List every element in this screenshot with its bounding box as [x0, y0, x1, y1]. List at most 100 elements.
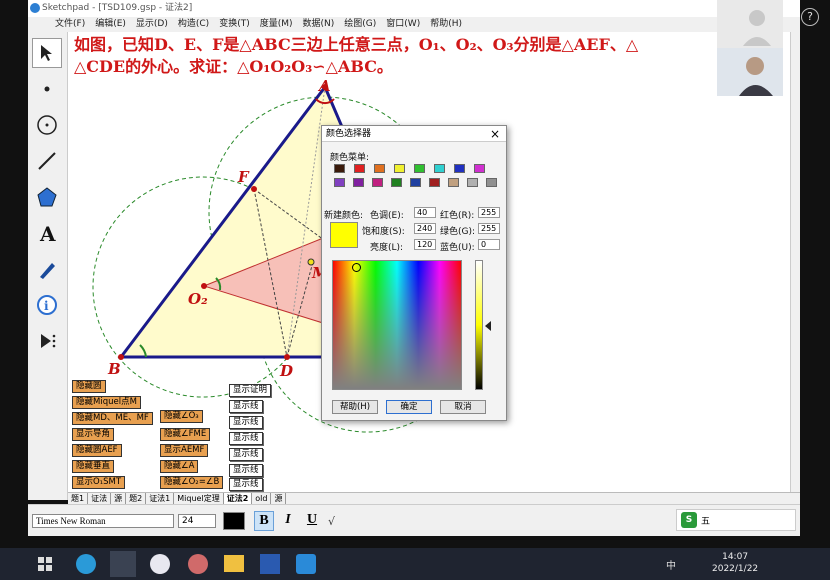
blue-input[interactable]: 0	[478, 239, 500, 250]
help-button[interactable]: 帮助(H)	[332, 400, 378, 414]
cloud-app-icon[interactable]	[296, 554, 316, 574]
hue-saturation-field[interactable]	[332, 260, 462, 390]
input-language[interactable]: 中	[666, 557, 676, 572]
color-swatch[interactable]	[391, 178, 402, 187]
custom-tool[interactable]	[32, 326, 62, 356]
btn-show-line-4[interactable]: 显示线	[229, 448, 263, 461]
app-taskbar-icon-1[interactable]	[150, 554, 170, 574]
btn-hide-angle-o2-b[interactable]: 隐藏∠O₂=∠B	[160, 476, 224, 489]
straightedge-tool[interactable]	[32, 146, 62, 176]
svg-text:i: i	[44, 299, 49, 313]
btn-show-line-6[interactable]: 显示线	[229, 478, 263, 491]
btn-show-aemf[interactable]: 显示AEMF	[160, 444, 209, 457]
hue-input[interactable]: 40	[414, 207, 436, 218]
btn-show-line-3[interactable]: 显示线	[229, 432, 263, 445]
btn-hide-angle-o3[interactable]: 隐藏∠O₃	[160, 410, 203, 423]
menu-edit[interactable]: 编辑(E)	[90, 17, 131, 32]
color-swatch[interactable]	[334, 164, 345, 173]
btn-hide-perpendicular[interactable]: 隐藏垂直	[72, 460, 115, 473]
green-input[interactable]: 255	[478, 223, 500, 234]
red-input[interactable]: 255	[478, 207, 500, 218]
text-tool[interactable]: A	[32, 218, 62, 248]
polygon-tool[interactable]	[32, 182, 62, 212]
color-crosshair-icon[interactable]	[352, 263, 361, 272]
information-tool[interactable]: i	[32, 290, 62, 320]
new-color-preview	[330, 222, 358, 248]
font-size-select[interactable]: 24	[178, 514, 216, 528]
tab-page-4[interactable]: 题2	[126, 493, 147, 504]
math-format-icon[interactable]: √	[326, 511, 346, 531]
menu-construct[interactable]: 构造(C)	[173, 17, 214, 32]
color-swatch[interactable]	[410, 178, 421, 187]
close-icon[interactable]: ×	[490, 126, 500, 142]
vertical-scrollbar[interactable]	[790, 32, 800, 492]
color-swatch[interactable]	[448, 178, 459, 187]
menu-file[interactable]: 文件(F)	[50, 17, 90, 32]
luminance-input[interactable]: 120	[414, 239, 436, 250]
color-swatch[interactable]	[334, 178, 345, 187]
btn-show-o1smt[interactable]: 显示O₁SMT	[72, 476, 126, 489]
point-tool[interactable]	[32, 74, 62, 104]
italic-button[interactable]: I	[278, 511, 298, 531]
btn-show-proof[interactable]: 显示证明	[229, 384, 272, 397]
font-select[interactable]: Times New Roman	[32, 514, 174, 528]
menu-display[interactable]: 显示(D)	[131, 17, 173, 32]
edge-browser-icon[interactable]	[76, 554, 96, 574]
color-swatch[interactable]	[374, 164, 385, 173]
ime-toolbar[interactable]: S 五	[676, 509, 796, 531]
menu-measure[interactable]: 度量(M)	[255, 17, 298, 32]
help-circle-icon[interactable]: ?	[801, 8, 819, 26]
ok-button[interactable]: 确定	[386, 400, 432, 414]
color-swatch[interactable]	[429, 178, 440, 187]
btn-hide-angle-fme[interactable]: 隐藏∠FME	[160, 428, 211, 441]
tab-page-5[interactable]: 证法1	[146, 493, 175, 504]
file-explorer-icon[interactable]	[224, 555, 244, 572]
color-swatch[interactable]	[394, 164, 405, 173]
color-swatch[interactable]	[486, 178, 497, 187]
btn-show-line-1[interactable]: 显示线	[229, 400, 263, 413]
tab-page-9[interactable]: 源	[271, 493, 287, 504]
word-icon[interactable]	[260, 554, 280, 574]
color-swatch[interactable]	[474, 164, 485, 173]
btn-hide-md-me-mf[interactable]: 隐藏MD、ME、MF	[72, 412, 153, 425]
compass-tool[interactable]	[32, 110, 62, 140]
menu-graph[interactable]: 绘图(G)	[339, 17, 381, 32]
color-swatch[interactable]	[414, 164, 425, 173]
app-taskbar-icon-2[interactable]	[188, 554, 208, 574]
tab-page-1[interactable]: 题1	[68, 493, 89, 504]
color-swatch[interactable]	[454, 164, 465, 173]
btn-show-line-2[interactable]: 显示线	[229, 416, 263, 429]
saturation-input[interactable]: 240	[414, 223, 436, 234]
tab-page-7-active[interactable]: 证法2	[223, 493, 253, 504]
tab-page-3[interactable]: 源	[111, 493, 127, 504]
marker-tool[interactable]	[32, 254, 62, 284]
btn-hide-circle[interactable]: 隐藏圆	[72, 380, 106, 393]
btn-hide-circle-aef[interactable]: 隐藏圆AEF	[72, 444, 122, 457]
tab-page-2[interactable]: 证法	[88, 493, 112, 504]
luminance-slider[interactable]	[475, 260, 483, 390]
underline-button[interactable]: U	[302, 511, 322, 531]
sketchpad-taskbar-icon[interactable]	[110, 551, 136, 577]
tab-page-6[interactable]: Miquel定理	[174, 493, 224, 504]
menu-transform[interactable]: 变换(T)	[214, 17, 255, 32]
color-swatch[interactable]	[354, 164, 365, 173]
btn-hide-miquel-point[interactable]: 隐藏Miquel点M	[72, 396, 141, 409]
luminance-pointer-icon[interactable]	[485, 321, 491, 331]
menu-window[interactable]: 窗口(W)	[381, 17, 425, 32]
btn-show-angle-chase[interactable]: 显示导角	[72, 428, 115, 441]
tab-page-8[interactable]: old	[252, 493, 272, 504]
bold-button[interactable]: B	[254, 511, 274, 531]
arrow-select-tool[interactable]	[32, 38, 62, 68]
taskbar-clock[interactable]: 14:07 2022/1/22	[712, 551, 758, 575]
menu-data[interactable]: 数据(N)	[298, 17, 340, 32]
color-swatch[interactable]	[434, 164, 445, 173]
btn-show-line-5[interactable]: 显示线	[229, 464, 263, 477]
btn-hide-angle-a[interactable]: 隐藏∠A	[160, 460, 199, 473]
color-swatch[interactable]	[372, 178, 383, 187]
color-swatch[interactable]	[467, 178, 478, 187]
clock-date: 2022/1/22	[712, 564, 759, 574]
menu-help[interactable]: 帮助(H)	[425, 17, 467, 32]
color-swatch[interactable]	[353, 178, 364, 187]
text-color-button[interactable]	[223, 512, 245, 530]
cancel-button[interactable]: 取消	[440, 400, 486, 414]
